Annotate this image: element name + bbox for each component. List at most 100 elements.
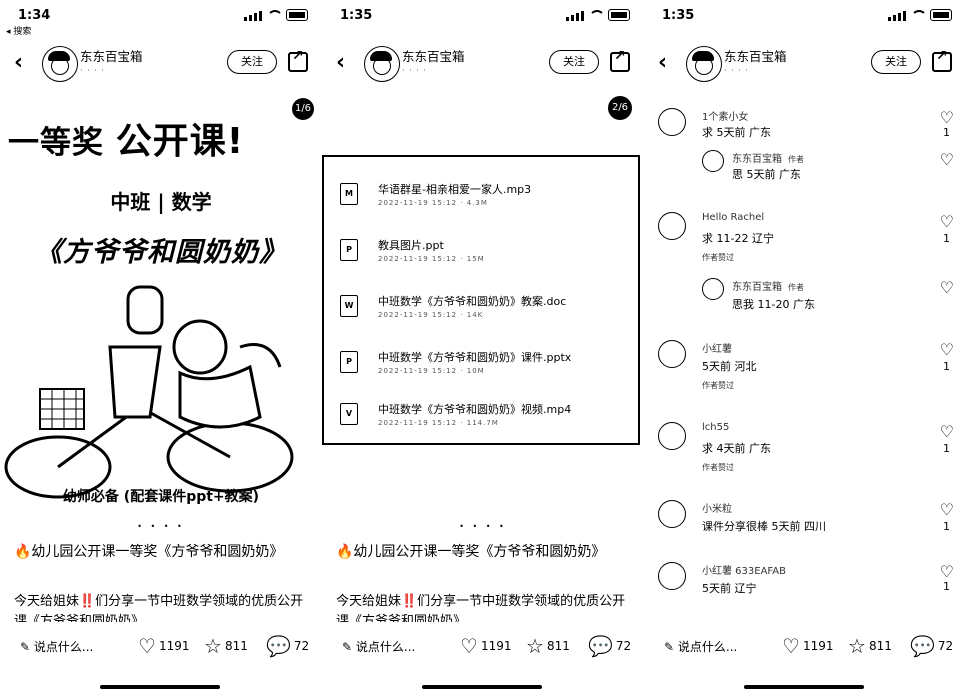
bottom-action-bar: ✎ 说点什么... ♡ 1191 ☆ 811 💬 72 [0, 632, 322, 662]
follow-button[interactable]: 关注 [549, 50, 599, 74]
comment-text: 思我 11-20 广东 [732, 298, 815, 311]
signal-icon [888, 10, 906, 21]
comment-item[interactable]: 小红薯 633EAFAB 5天前 辽宁 ♡ 1 [658, 562, 954, 602]
back-arrow-icon[interactable]: ‹ [14, 50, 23, 75]
status-icons [888, 9, 952, 21]
wifi-icon [911, 10, 927, 21]
reply-item[interactable]: 东东百宝箱 作者 思 5天前 广东 ♡ [702, 150, 954, 186]
heart-icon: ♡ [138, 634, 156, 658]
collect-button[interactable]: ☆ 811 [204, 636, 248, 656]
avatar[interactable] [686, 46, 722, 82]
like-button[interactable]: ♡ 1191 [138, 636, 189, 656]
heart-icon[interactable]: ♡ [940, 422, 954, 441]
back-to-search-link[interactable]: ◂ 搜索 [6, 24, 31, 37]
heart-icon[interactable]: ♡ [940, 340, 954, 359]
star-icon: ☆ [526, 634, 544, 658]
avatar[interactable] [364, 46, 400, 82]
comment-input[interactable]: ✎ 说点什么... [20, 638, 93, 655]
wifi-icon [267, 10, 283, 21]
bottom-action-bar: ✎ 说点什么... ♡ 1191 ☆ 811 💬 72 [322, 632, 644, 662]
comment-input[interactable]: ✎ 说点什么... [342, 638, 415, 655]
doc-file-icon: W [340, 295, 358, 317]
heart-icon[interactable]: ♡ [940, 500, 954, 519]
heart-icon[interactable]: ♡ [940, 278, 954, 297]
post-header: ‹ 东东百宝箱 · · · · 关注 [322, 44, 644, 84]
commenter-avatar[interactable] [658, 422, 686, 450]
post-body: 今天给姐妹‼️们分享一节中班数学领域的优质公开课《方爷爷和圆奶奶》 [336, 594, 626, 622]
avatar[interactable] [42, 46, 78, 82]
like-button[interactable]: ♡ 1191 [460, 636, 511, 656]
commenter-name[interactable]: Hello Rachel [702, 212, 764, 223]
comment-text: 5天前 辽宁 [702, 582, 757, 595]
commenter-name[interactable]: lch55 [702, 422, 729, 433]
like-count: 1191 [802, 639, 834, 653]
file-name: 华语群星-相亲相爱一家人.mp3 [378, 183, 532, 196]
commenter-avatar[interactable] [658, 562, 686, 590]
commenter-name[interactable]: 东东百宝箱 作者 [732, 150, 804, 165]
author-name[interactable]: 东东百宝箱 [402, 46, 465, 65]
comment-item[interactable]: 小米粒 课件分享很棒 5天前 四川 ♡ 1 [658, 500, 954, 540]
share-icon[interactable] [288, 48, 308, 72]
commenter-avatar[interactable] [658, 500, 686, 528]
comment-like-count: 1 [943, 580, 950, 593]
post-header: ‹ 东东百宝箱 · · · · 关注 [0, 44, 322, 84]
screen-post-files: 1:35 ‹ 东东百宝箱 · · · · 关注 2/6 M 华语群星-相亲相爱一… [322, 0, 644, 698]
author-name[interactable]: 东东百宝箱 [80, 46, 143, 65]
heart-icon[interactable]: ♡ [940, 562, 954, 581]
commenter-name[interactable]: 1个素小女 [702, 108, 748, 123]
follow-button[interactable]: 关注 [871, 50, 921, 74]
commenter-avatar[interactable] [658, 340, 686, 368]
cover-title-main: 公开课! [115, 121, 245, 162]
comment-button[interactable]: 💬 72 [910, 636, 953, 656]
post-cover-image[interactable]: 1/6 一等奖 公开课! 中班 | 数学 《方爷爷和圆奶奶》 幼师必备 (配套课… [0, 92, 322, 512]
file-list-image[interactable]: M 华语群星-相亲相爱一家人.mp3 2022-11-19 15:12 · 4.… [322, 155, 640, 445]
comment-button[interactable]: 💬 72 [588, 636, 631, 656]
comment-item[interactable]: Hello Rachel 求 11-22 辽宁 作者赞过 ♡ 1 [658, 212, 954, 268]
file-meta: 2022-11-19 15:12 · 4.3M [378, 199, 488, 207]
commenter-name[interactable]: 小红薯 [702, 340, 732, 355]
commenter-name[interactable]: 小米粒 [702, 500, 732, 515]
author-meta: · · · · [80, 66, 105, 75]
like-count: 1191 [480, 639, 512, 653]
collect-button[interactable]: ☆ 811 [526, 636, 570, 656]
bicycle-illustration [4, 285, 294, 499]
status-bar: 1:34 [18, 6, 308, 26]
back-arrow-icon[interactable]: ‹ [336, 50, 345, 75]
commenter-name[interactable]: 小红薯 633EAFAB [702, 562, 786, 577]
back-arrow-icon[interactable]: ‹ [658, 50, 667, 75]
cover-footer: 幼师必备 (配套课件ppt+教案) [62, 489, 260, 505]
cover-title-prefix: 一等奖 [8, 125, 104, 161]
collect-button[interactable]: ☆ 811 [848, 636, 892, 656]
author-avatar[interactable] [702, 278, 724, 300]
author-name[interactable]: 东东百宝箱 [724, 46, 787, 65]
commenter-avatar[interactable] [658, 108, 686, 136]
file-row: M 华语群星-相亲相爱一家人.mp3 2022-11-19 15:12 · 4.… [340, 177, 630, 227]
audio-file-icon: M [340, 183, 358, 205]
commenter-name[interactable]: 东东百宝箱 作者 [732, 278, 804, 293]
commenter-avatar[interactable] [658, 212, 686, 240]
like-button[interactable]: ♡ 1191 [782, 636, 833, 656]
follow-button[interactable]: 关注 [227, 50, 277, 74]
comment-item[interactable]: lch55 求 4天前 广东 作者赞过 ♡ 1 [658, 422, 954, 478]
comment-item[interactable]: 小红薯 5天前 河北 作者赞过 ♡ 1 [658, 340, 954, 396]
post-title: 🔥幼儿园公开课一等奖《方爷爷和圆奶奶》 [14, 544, 284, 560]
cover-subtitle: 中班 | 数学 [110, 190, 212, 214]
share-icon[interactable] [610, 48, 630, 72]
heart-icon: ♡ [460, 634, 478, 658]
share-icon[interactable] [932, 48, 952, 72]
signal-icon [566, 10, 584, 21]
star-icon: ☆ [848, 634, 866, 658]
heart-icon[interactable]: ♡ [940, 150, 954, 169]
author-avatar[interactable] [702, 150, 724, 172]
comment-button[interactable]: 💬 72 [266, 636, 309, 656]
comment-bubble-icon: 💬 [588, 634, 613, 658]
status-bar: 1:35 [662, 6, 952, 26]
heart-icon[interactable]: ♡ [940, 108, 954, 127]
comment-input[interactable]: ✎ 说点什么... [664, 638, 737, 655]
file-row: P 中班数学《方爷爷和圆奶奶》课件.pptx 2022-11-19 15:12 … [340, 345, 630, 395]
carousel-dots: • • • • [459, 522, 507, 531]
heart-icon[interactable]: ♡ [940, 212, 954, 231]
comment-placeholder: 说点什么... [33, 640, 94, 654]
reply-item[interactable]: 东东百宝箱 作者 思我 11-20 广东 ♡ [702, 278, 954, 314]
comment-item[interactable]: 1个素小女 求 5天前 广东 ♡ 1 [658, 108, 954, 148]
